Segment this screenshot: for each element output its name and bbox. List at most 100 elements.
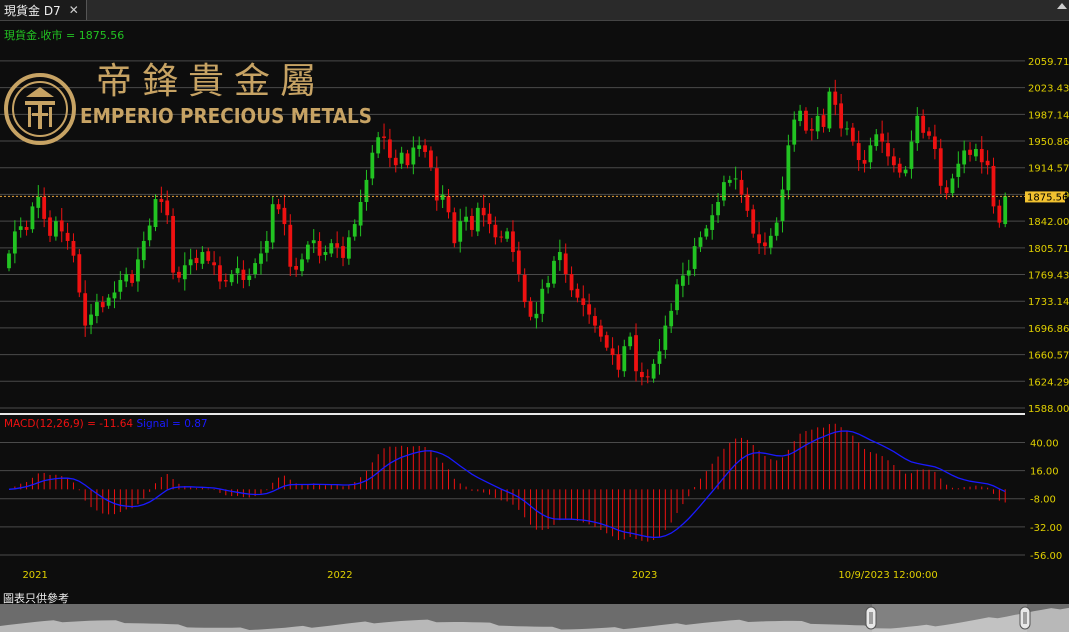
candle-body (53, 221, 58, 237)
candle-body (100, 302, 105, 308)
macd-legend: MACD(12,26,9) = -11.64 Signal = 0.87 (4, 418, 208, 430)
candle-body (399, 152, 404, 164)
macd-name: MACD(12,26,9) (4, 418, 84, 430)
tab-title: 現貨金 D7 (4, 3, 61, 18)
time-navigator[interactable] (0, 604, 1069, 632)
candle-body (886, 143, 890, 157)
candle-body (323, 252, 328, 255)
candle-body (335, 243, 340, 248)
candle-body (516, 250, 521, 275)
candle-body (645, 376, 650, 378)
candle-body (270, 204, 275, 243)
candle-body (815, 115, 820, 132)
candle-body (446, 196, 451, 213)
candle-body (698, 237, 703, 247)
candle-body (235, 268, 240, 274)
candle-body (563, 253, 568, 275)
candle-body (868, 145, 873, 163)
candle-body (956, 163, 961, 177)
candle-body (968, 149, 972, 155)
candle-body (616, 354, 621, 370)
candle-body (804, 110, 808, 131)
candle-body (874, 134, 879, 147)
candle-body (880, 133, 885, 142)
candle-body (909, 141, 914, 169)
candle-body (856, 143, 861, 161)
candle-body (130, 274, 134, 283)
logo-cjk-text: 帝鋒貴金屬 (96, 61, 326, 102)
price-tick-label: 1805.71 (1028, 244, 1069, 255)
candle-body (182, 265, 187, 280)
macd-tick-label: -8.00 (1030, 495, 1056, 506)
candle-body (1003, 196, 1008, 225)
candle-body (827, 91, 832, 129)
price-tick-label: 1950.86 (1028, 137, 1069, 148)
candle-body (704, 228, 709, 237)
time-axis: 2021 2022 2023 10/9/2023 12:00:00 (22, 570, 937, 581)
candle-body (241, 269, 246, 280)
candle-body (792, 119, 797, 145)
candle-body (475, 207, 480, 232)
candle-body (48, 217, 52, 236)
candle-body (663, 325, 668, 350)
close-icon[interactable]: ✕ (69, 3, 79, 17)
candle-body (675, 284, 679, 311)
candle-body (757, 234, 761, 244)
signal-line (8, 430, 1006, 539)
candle-body (927, 131, 931, 136)
candle-body (388, 139, 392, 158)
candle-body (979, 149, 984, 163)
price-tick-label: 1588.00 (1028, 404, 1069, 415)
candle-body (352, 224, 357, 237)
time-tick-label: 2022 (327, 570, 352, 581)
candle-body (200, 252, 205, 264)
time-tick-label: 2021 (22, 570, 47, 581)
candle-body (915, 115, 920, 144)
navigator-left-handle[interactable] (865, 606, 877, 630)
candle-body (24, 227, 29, 230)
candle-body (7, 253, 11, 269)
price-tick-label: 1624.29 (1028, 377, 1069, 388)
candle-body (710, 215, 715, 230)
candle-body (429, 150, 433, 168)
candle-body (393, 157, 398, 166)
candle-body (751, 209, 756, 234)
price-chart[interactable]: 2059.712023.431987.141950.861914.571878.… (0, 21, 1069, 591)
candle-body (716, 201, 720, 216)
macd-tick-label: -32.00 (1030, 523, 1062, 534)
logo-latin-text: EMPERIO PRECIOUS METALS (80, 104, 372, 128)
candle-body (481, 207, 486, 216)
candle-body (493, 224, 498, 238)
candle-body (569, 274, 574, 291)
candle-body (329, 243, 334, 254)
time-tick-label: 10/9/2023 12:00:00 (838, 570, 937, 581)
candle-body (540, 288, 545, 314)
candle-body (247, 275, 252, 280)
navigator-right-handle[interactable] (1019, 606, 1031, 630)
chart-tab[interactable]: 現貨金 D7 ✕ (0, 0, 87, 20)
candle-body (300, 259, 304, 272)
candle-body (768, 235, 773, 248)
candle-body (974, 149, 978, 157)
candle-body (65, 232, 70, 241)
candle-body (382, 136, 386, 138)
macd-histogram (14, 423, 1006, 542)
macd-tick-label: 40.00 (1030, 438, 1059, 449)
candle-body (634, 335, 638, 372)
price-tick-label: 1696.86 (1028, 324, 1069, 335)
macd-axis: 40.00 16.00 -8.00 -32.00 -56.00 (1030, 438, 1062, 562)
candle-body (897, 163, 902, 173)
candle-body (77, 254, 82, 293)
candle-body (522, 274, 527, 303)
candle-body (364, 179, 369, 202)
candle-body (845, 128, 849, 130)
candle-body (651, 363, 656, 379)
candle-body (464, 216, 468, 222)
scroll-up-icon[interactable] (1057, 3, 1067, 9)
candle-body (218, 265, 222, 282)
candle-body (147, 225, 152, 241)
price-tick-label: 1842.00 (1028, 217, 1069, 228)
candle-body (341, 246, 345, 258)
price-tick-label: 1987.14 (1028, 110, 1069, 121)
candle-body (405, 153, 410, 166)
